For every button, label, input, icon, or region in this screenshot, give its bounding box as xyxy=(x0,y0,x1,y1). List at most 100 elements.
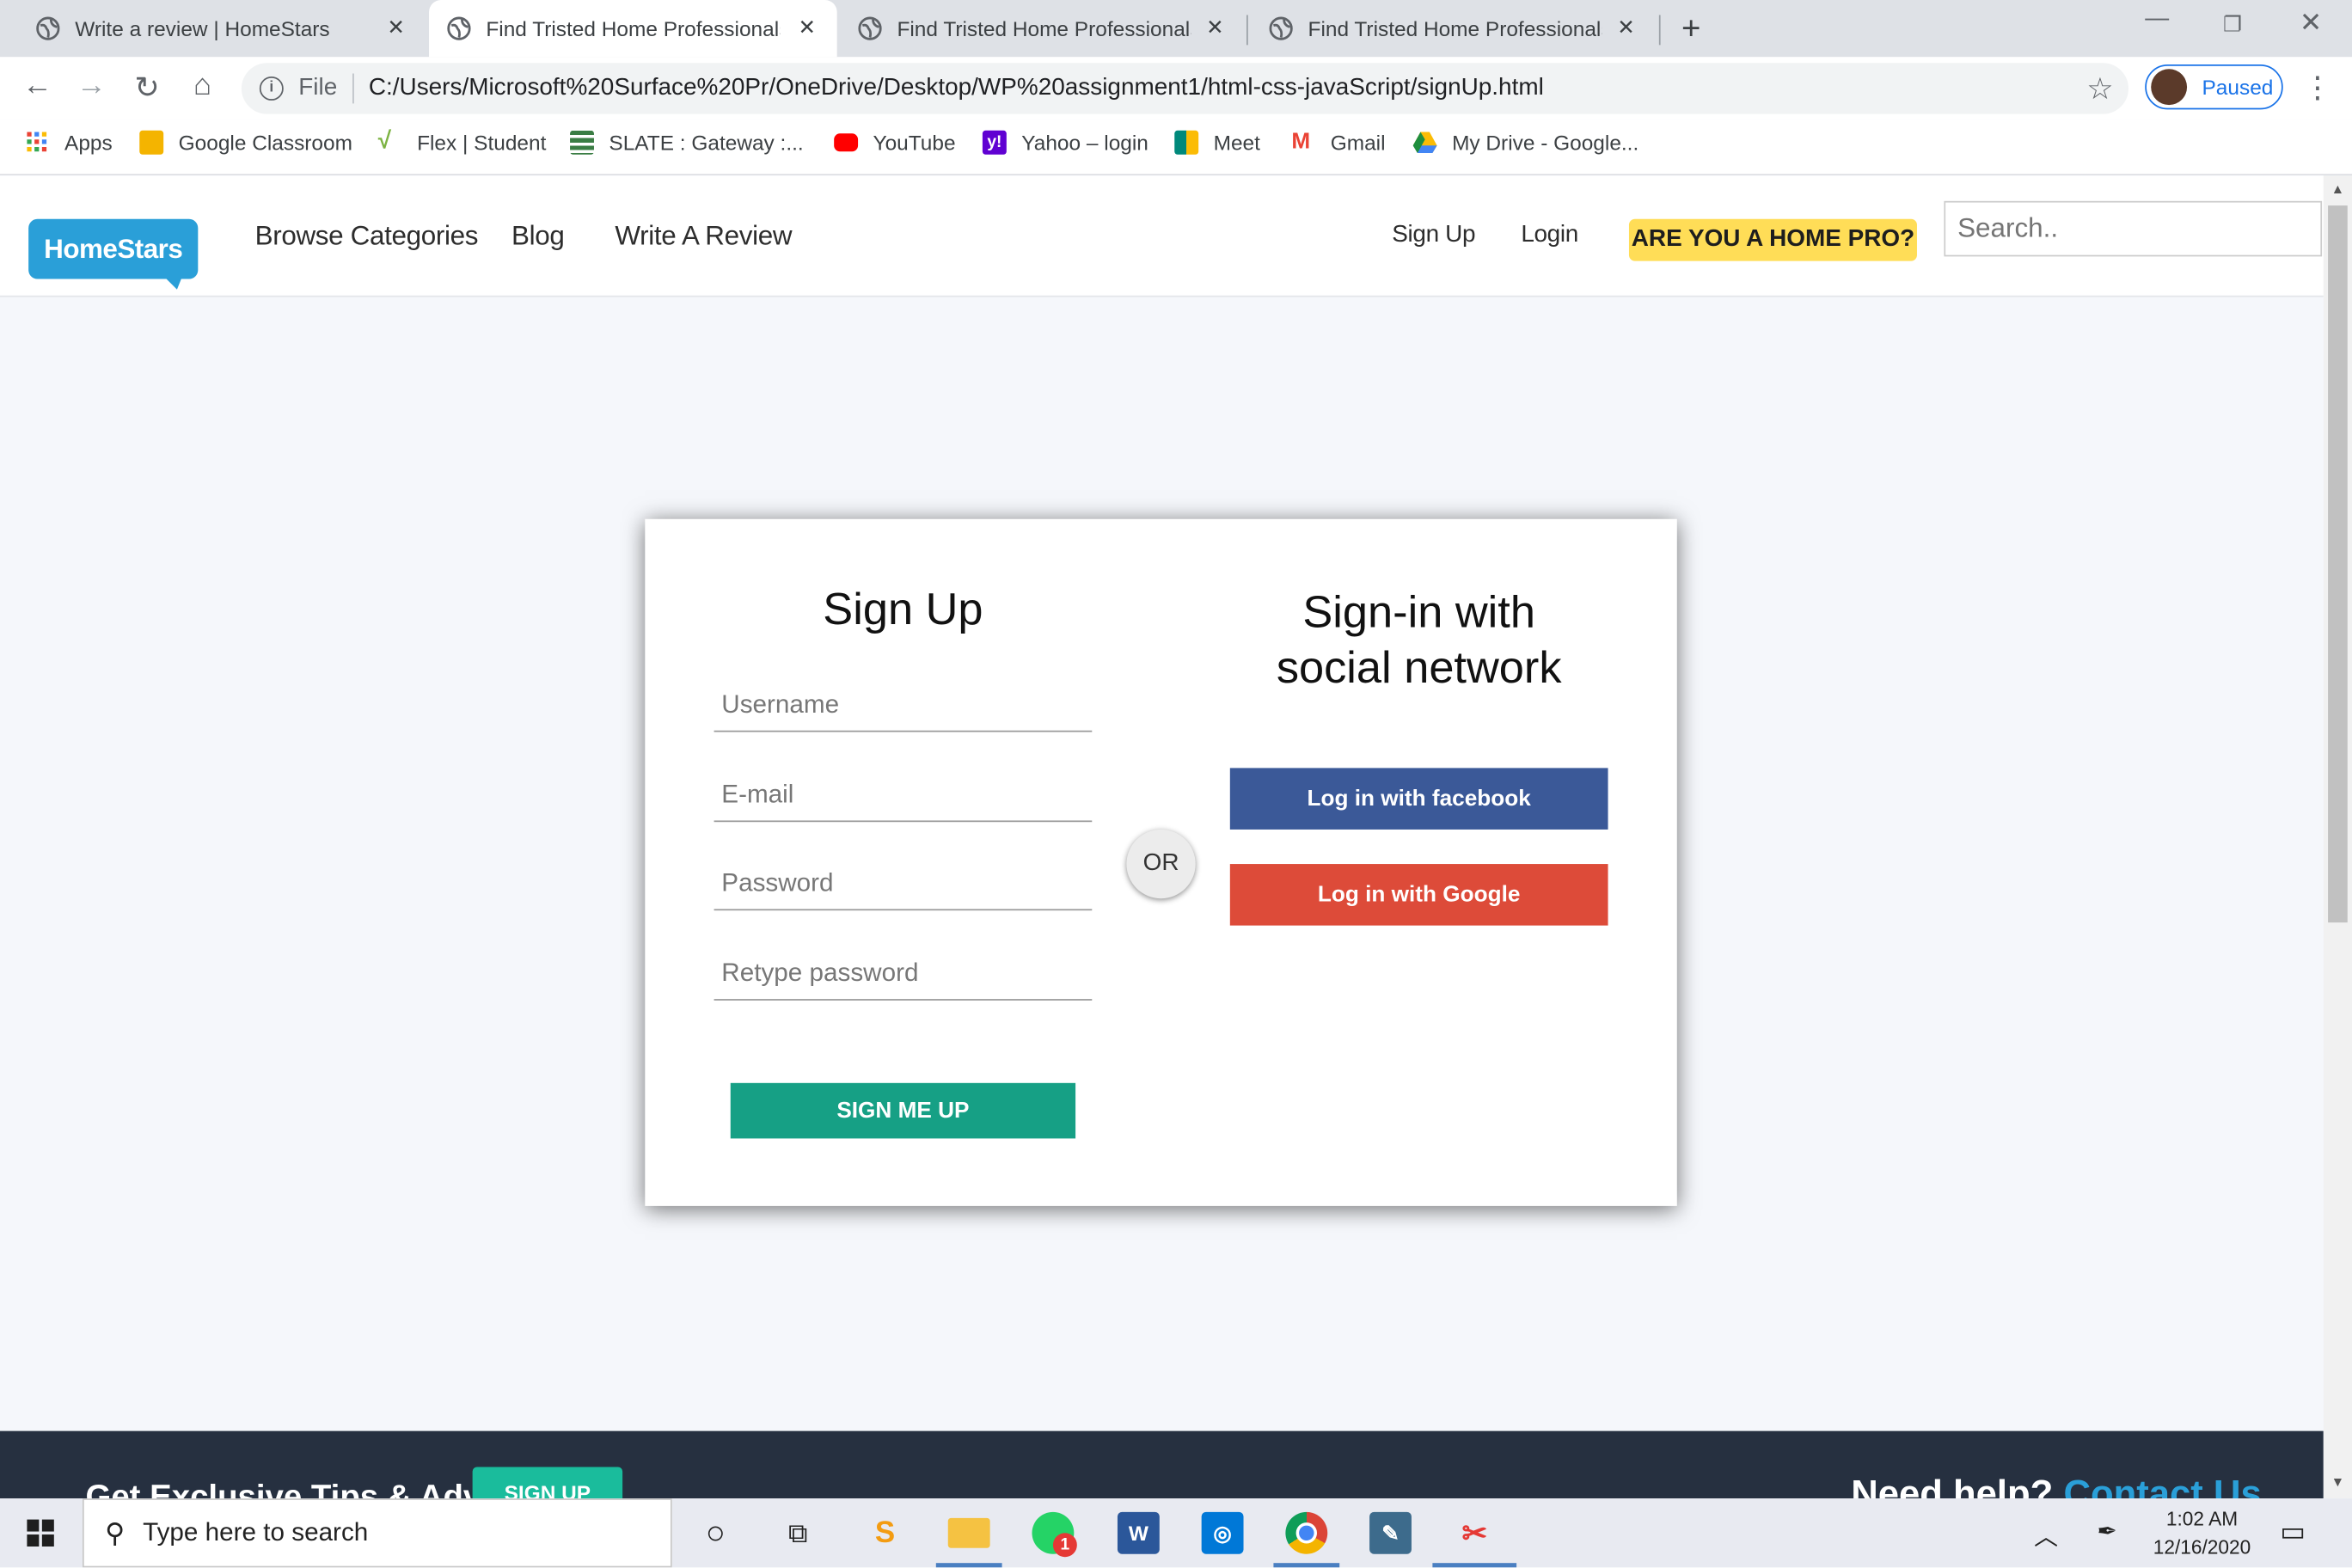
password-field[interactable] xyxy=(714,856,1093,911)
bookmark-label: Flex | Student xyxy=(417,130,547,155)
cortana-icon[interactable]: ○ xyxy=(695,1512,737,1554)
mysql-workbench-icon[interactable]: ✎ xyxy=(1369,1511,1412,1554)
info-icon[interactable]: i xyxy=(259,76,284,101)
windows-start-icon[interactable] xyxy=(27,1519,55,1548)
system-clock[interactable]: 1:02 AM 12/16/2020 xyxy=(2142,1504,2263,1561)
or-divider-badge: OR xyxy=(1126,829,1196,899)
window-close-icon[interactable]: ✕ xyxy=(2300,8,2322,40)
footer-help: Need help? Contact Us xyxy=(1851,1473,2262,1498)
classroom-icon xyxy=(139,130,164,155)
new-tab-button[interactable]: + xyxy=(1681,9,1700,47)
globe-icon xyxy=(36,16,60,40)
bookmark-label: Google Classroom xyxy=(178,130,352,155)
clock-date: 12/16/2020 xyxy=(2153,1535,2251,1559)
pen-icon[interactable]: ✒ xyxy=(2097,1516,2116,1547)
signup-card: Sign Up SIGN ME UP OR Sign-in with socia… xyxy=(645,518,1677,1206)
tab-find-professionals-active[interactable]: Find Tristed Home Professionals ✕ xyxy=(429,0,837,58)
whatsapp-icon[interactable]: 1 xyxy=(1032,1511,1077,1558)
bookmark-youtube[interactable]: YouTube xyxy=(834,131,956,155)
meet-icon xyxy=(1174,130,1199,155)
drive-icon xyxy=(1412,132,1437,153)
word-icon[interactable]: W xyxy=(1117,1511,1160,1554)
tab-title: Find Tristed Home Professionals xyxy=(486,16,781,41)
file-explorer-icon[interactable] xyxy=(947,1517,990,1548)
bookmark-apps[interactable]: Apps xyxy=(26,131,113,155)
scroll-down-arrow-icon[interactable]: ▼ xyxy=(2331,1474,2345,1489)
bookmark-label: Meet xyxy=(1213,130,1260,155)
nav-write-review[interactable]: Write A Review xyxy=(615,221,792,253)
bookmark-meet[interactable]: Meet xyxy=(1174,130,1260,155)
signup-title: Sign Up xyxy=(823,585,983,635)
nav-blog[interactable]: Blog xyxy=(511,221,565,253)
scroll-up-arrow-icon[interactable]: ▲ xyxy=(2331,181,2345,196)
browser-toolbar: ← → ↻ ⌂ i File C:/Users/Microsoft%20Surf… xyxy=(0,57,2352,120)
taskbar-active-indicator xyxy=(935,1563,1002,1568)
notification-center-icon[interactable]: ▭ xyxy=(2280,1516,2306,1548)
tab-write-review[interactable]: Write a review | HomeStars ✕ xyxy=(0,0,426,57)
show-hidden-icons-chevron-icon[interactable]: ︿ xyxy=(2034,1516,2058,1553)
site-header: HomeStars Browse Categories Blog Write A… xyxy=(0,175,2324,297)
social-title-line2: social network xyxy=(1276,643,1562,694)
nav-sign-up[interactable]: Sign Up xyxy=(1392,222,1475,248)
bookmark-flex-student[interactable]: √ Flex | Student xyxy=(378,130,547,155)
tab-find-professionals-2[interactable]: Find Tristed Home Professionals ✕ xyxy=(840,0,1245,57)
close-tab-icon[interactable]: ✕ xyxy=(1614,15,1638,40)
contact-us-link[interactable]: Contact Us xyxy=(2063,1473,2261,1498)
home-pro-button[interactable]: ARE YOU A HOME PRO? xyxy=(1628,218,1917,261)
username-field[interactable] xyxy=(714,677,1093,732)
forward-arrow-icon[interactable]: → xyxy=(74,69,110,103)
scrollbar-thumb[interactable] xyxy=(2328,205,2348,923)
nav-login[interactable]: Login xyxy=(1521,222,1578,248)
bookmark-slate[interactable]: SLATE : Gateway :... xyxy=(570,130,804,155)
task-view-icon[interactable]: ⧉ xyxy=(777,1512,819,1554)
bookmark-label: Yahoo – login xyxy=(1021,130,1148,155)
retype-password-field[interactable] xyxy=(714,946,1093,1001)
outlook-icon[interactable]: ◎ xyxy=(1201,1511,1244,1554)
restore-icon[interactable]: ❐ xyxy=(2223,12,2242,38)
clock-time: 1:02 AM xyxy=(2165,1507,2239,1530)
minimize-icon[interactable]: — xyxy=(2145,6,2169,33)
footer-signup-button[interactable]: SIGN UP xyxy=(472,1467,623,1499)
page-scrollbar[interactable]: ▲ ▼ xyxy=(2323,175,2352,1499)
paint-icon[interactable]: ✂ xyxy=(1454,1512,1496,1554)
url-text[interactable]: C:/Users/Microsoft%20Surface%20Pr/OneDri… xyxy=(369,75,1544,101)
close-tab-icon[interactable]: ✕ xyxy=(795,15,819,40)
homestars-logo[interactable]: HomeStars xyxy=(28,218,199,279)
tab-find-professionals-3[interactable]: Find Tristed Home Professionals ✕ xyxy=(1251,0,1656,57)
home-icon[interactable]: ⌂ xyxy=(185,69,221,103)
whatsapp-badge: 1 xyxy=(1052,1533,1077,1558)
globe-icon xyxy=(858,16,882,40)
tab-separator xyxy=(1246,15,1248,46)
reload-icon[interactable]: ↻ xyxy=(129,69,165,107)
profile-button[interactable]: Paused xyxy=(2145,64,2283,110)
close-tab-icon[interactable]: ✕ xyxy=(1203,15,1227,40)
address-divider xyxy=(352,73,354,104)
sign-me-up-button[interactable]: SIGN ME UP xyxy=(730,1082,1076,1139)
site-footer: Get Exclusive Tips & Advice SIGN UP Need… xyxy=(0,1430,2324,1499)
google-login-button[interactable]: Log in with Google xyxy=(1229,864,1608,926)
globe-icon xyxy=(1269,16,1293,40)
social-title-line1: Sign-in with xyxy=(1302,588,1535,638)
sublime-text-icon[interactable]: S xyxy=(864,1512,906,1554)
taskbar-active-indicator xyxy=(1432,1563,1517,1568)
email-field[interactable] xyxy=(714,768,1093,823)
bookmark-my-drive[interactable]: My Drive - Google... xyxy=(1412,131,1638,155)
tab-separator xyxy=(1658,15,1661,46)
logo-speech-tail xyxy=(162,274,183,290)
search-input[interactable] xyxy=(1944,200,2323,257)
tab-title: Find Tristed Home Professionals xyxy=(897,16,1191,41)
nav-browse-categories[interactable]: Browse Categories xyxy=(255,221,479,253)
bookmark-yahoo[interactable]: y! Yahoo – login xyxy=(982,130,1148,155)
facebook-login-button[interactable]: Log in with facebook xyxy=(1229,768,1608,830)
chrome-icon[interactable] xyxy=(1285,1511,1328,1554)
back-arrow-icon[interactable]: ← xyxy=(20,69,56,103)
bookmark-gmail[interactable]: M Gmail xyxy=(1291,130,1385,155)
bookmark-google-classroom[interactable]: Google Classroom xyxy=(139,130,352,155)
close-tab-icon[interactable]: ✕ xyxy=(384,15,408,40)
bookmark-star-icon[interactable]: ☆ xyxy=(2086,70,2113,108)
youtube-icon xyxy=(834,133,859,152)
taskbar-search-box[interactable]: ⚲ Type here to search xyxy=(82,1498,672,1568)
address-bar[interactable]: i File C:/Users/Microsoft%20Surface%20Pr… xyxy=(241,63,2129,114)
kebab-menu-icon[interactable]: ⋮ xyxy=(2302,69,2332,107)
scheme-label: File xyxy=(298,75,338,101)
